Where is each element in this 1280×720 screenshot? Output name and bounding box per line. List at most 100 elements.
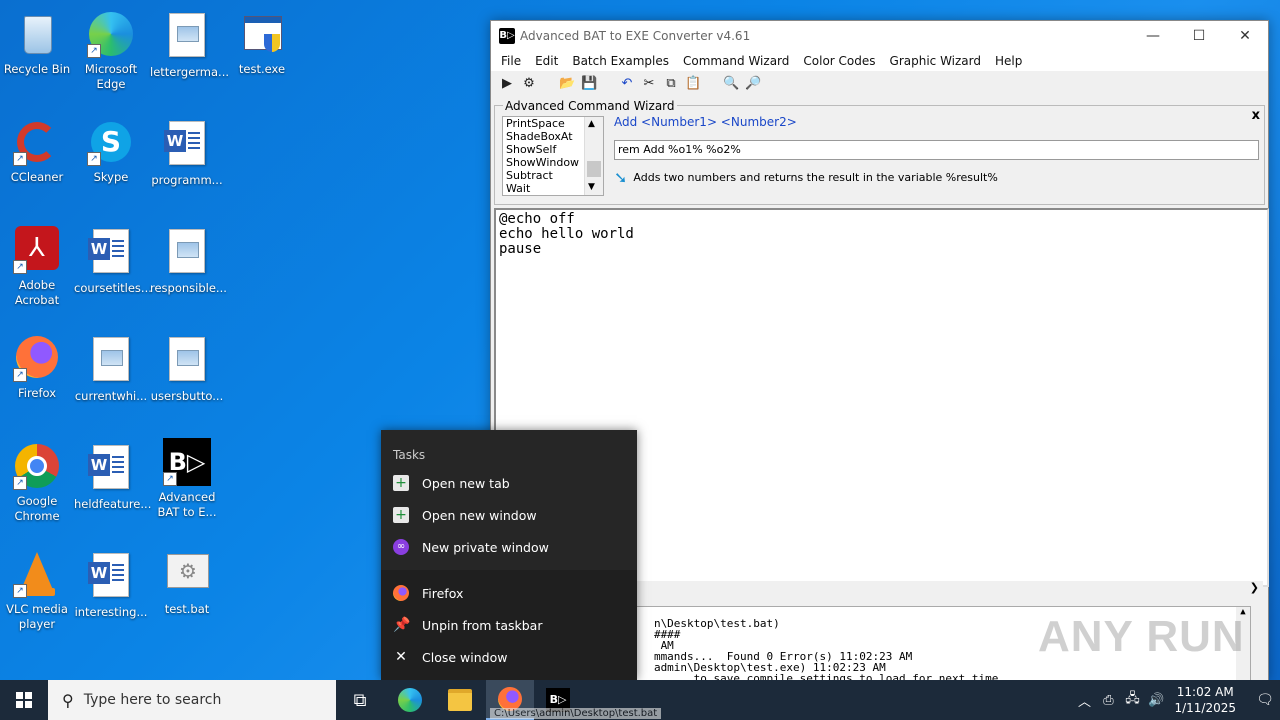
task-label: Open new tab xyxy=(422,475,510,491)
editor-line: pause xyxy=(499,241,542,257)
edge-icon: ↗ xyxy=(87,10,135,58)
desktop-icon-currentwhi[interactable]: currentwhi... xyxy=(74,334,148,404)
bat-to-exe-icon: B▷ ↗ xyxy=(163,438,211,486)
acrobat-icon: ⅄ ↗ xyxy=(13,226,61,274)
new-private-window[interactable]: ∞ New private window xyxy=(393,536,549,558)
run-icon[interactable]: ▶ xyxy=(499,76,515,92)
firefox-icon xyxy=(393,585,409,601)
copy-icon[interactable]: ⧉ xyxy=(663,76,679,92)
task-view-button[interactable]: ⧉ xyxy=(336,680,384,720)
windows-logo-icon xyxy=(16,692,32,708)
vlc-icon: ↗ xyxy=(13,550,61,598)
icon-label: interesting... xyxy=(74,605,148,619)
paste-icon[interactable]: 📋 xyxy=(685,76,701,92)
menu-batch-examples[interactable]: Batch Examples xyxy=(565,54,676,68)
wizard-close-button[interactable]: x xyxy=(1252,108,1260,123)
zoom-in-icon[interactable]: 🔍 xyxy=(723,76,739,92)
firefox-jump-list: Tasks + Open new tab + Open new window ∞… xyxy=(381,430,637,680)
show-hidden-icons-icon[interactable]: ︿ xyxy=(1072,691,1096,710)
ccleaner-icon: ↗ xyxy=(13,118,61,166)
title-bar[interactable]: B▷ Advanced BAT to EXE Converter v4.61 —… xyxy=(491,21,1268,51)
desktop-icon-interesting[interactable]: W interesting... xyxy=(74,550,148,620)
insert-arrow-icon[interactable]: ➘ xyxy=(614,168,627,187)
zoom-out-icon[interactable]: 🔎 xyxy=(745,76,761,92)
desktop-icon-recycle-bin[interactable]: Recycle Bin xyxy=(0,10,74,77)
desktop-icon-vlc[interactable]: ↗ VLC media player xyxy=(0,550,74,632)
desktop-icon-google-chrome[interactable]: ↗ Google Chrome xyxy=(0,442,74,524)
desktop-icon-adobe-acrobat[interactable]: ⅄ ↗ Adobe Acrobat xyxy=(0,226,74,308)
icon-label: Recycle Bin xyxy=(3,62,71,76)
desktop-icon-lettergerma[interactable]: lettergerma... xyxy=(150,10,229,80)
save-icon[interactable]: 💾 xyxy=(581,76,597,92)
word-document-icon: W xyxy=(88,553,129,597)
menu-edit[interactable]: Edit xyxy=(528,54,565,68)
icon-label: Firefox xyxy=(17,386,57,400)
command-list[interactable]: PrintSpace ShadeBoxAt ShowSelf ShowWindo… xyxy=(502,116,604,196)
desktop-icon-ccleaner[interactable]: ↗ CCleaner xyxy=(0,118,74,185)
desktop-icon-firefox[interactable]: ↗ Firefox xyxy=(0,334,74,401)
desktop-icon-usersbutto[interactable]: usersbutto... xyxy=(150,334,224,404)
close-icon: ✕ xyxy=(395,649,407,665)
menu-color-codes[interactable]: Color Codes xyxy=(796,54,882,68)
taskbar-tooltip: C:\Users\admin\Desktop\test.bat xyxy=(490,708,662,719)
menu-file[interactable]: File xyxy=(494,54,528,68)
task-label: New private window xyxy=(422,539,549,555)
close-button[interactable]: ✕ xyxy=(1222,21,1268,51)
wizard-info: ➘ Adds two numbers and returns the resul… xyxy=(614,168,998,187)
icon-label: coursetitles... xyxy=(74,281,152,295)
scroll-up-icon[interactable]: ▲ xyxy=(588,118,595,131)
editor-line: echo hello world xyxy=(499,226,634,242)
unpin-from-taskbar[interactable]: 📌 Unpin from taskbar xyxy=(393,614,542,636)
desktop-icon-advanced-bat[interactable]: B▷ ↗ Advanced BAT to E... xyxy=(150,438,224,520)
menu-command-wizard[interactable]: Command Wizard xyxy=(676,54,796,68)
shortcut-arrow-icon: ↗ xyxy=(13,260,27,274)
desktop-icon-edge[interactable]: ↗ Microsoft Edge xyxy=(74,10,148,92)
icon-label: CCleaner xyxy=(10,170,64,184)
desktop-icon-test-exe[interactable]: test.exe xyxy=(225,10,299,77)
desktop-icon-heldfeature[interactable]: W heldfeature... xyxy=(74,442,151,512)
undo-icon[interactable]: ↶ xyxy=(619,76,635,92)
desktop-icon-coursetitles[interactable]: W coursetitles... xyxy=(74,226,152,296)
desktop-icon-skype[interactable]: S ↗ Skype xyxy=(74,118,148,185)
task-view-icon: ⧉ xyxy=(353,689,367,711)
volume-icon[interactable]: 🔊 xyxy=(1144,693,1168,708)
device-icon[interactable]: ⎙ xyxy=(1096,693,1120,708)
compile-icon[interactable]: ⚙ xyxy=(521,76,537,92)
maximize-button[interactable]: ☐ xyxy=(1176,21,1222,51)
scroll-right-icon[interactable]: ❯ xyxy=(1250,581,1259,594)
open-new-window[interactable]: + Open new window xyxy=(393,504,537,526)
network-icon[interactable]: 🖧 xyxy=(1120,689,1144,711)
cut-icon[interactable]: ✂ xyxy=(641,76,657,92)
edge-icon xyxy=(398,688,422,712)
clock[interactable]: 11:02 AM 1/11/2025 xyxy=(1174,684,1236,716)
jump-firefox-app[interactable]: Firefox xyxy=(393,582,463,604)
recycle-bin-icon xyxy=(13,10,61,58)
scroll-thumb[interactable] xyxy=(587,161,601,177)
icon-label: currentwhi... xyxy=(74,389,148,403)
new-tab-icon: + xyxy=(393,475,409,491)
start-button[interactable] xyxy=(0,680,48,720)
system-tray: ︿ ⎙ 🖧 🔊 11:02 AM 1/11/2025 🗨 xyxy=(1072,680,1280,720)
desktop-icon-programm[interactable]: W programm... xyxy=(150,118,224,188)
taskbar-search[interactable]: ⚲ Type here to search xyxy=(48,680,336,720)
menu-graphic-wizard[interactable]: Graphic Wizard xyxy=(883,54,988,68)
word-document-icon: W xyxy=(88,229,129,273)
notification-icon[interactable]: 🗨 xyxy=(1250,692,1280,708)
desktop-icon-responsible[interactable]: responsible... xyxy=(150,226,227,296)
open-new-tab[interactable]: + Open new tab xyxy=(393,472,510,494)
taskbar-edge[interactable] xyxy=(386,680,434,720)
skype-icon: S ↗ xyxy=(87,118,135,166)
close-window[interactable]: ✕ Close window xyxy=(393,646,507,668)
minimize-button[interactable]: — xyxy=(1130,21,1176,51)
image-file-icon xyxy=(169,13,205,57)
menu-help[interactable]: Help xyxy=(988,54,1029,68)
taskbar-file-explorer[interactable] xyxy=(436,680,484,720)
scroll-down-icon[interactable]: ▼ xyxy=(588,181,595,194)
open-folder-icon[interactable]: 📂 xyxy=(559,76,575,92)
wizard-command-input[interactable]: rem Add %o1% %o2% xyxy=(614,140,1259,160)
list-scrollbar[interactable]: ▲ ▼ xyxy=(584,117,603,195)
desktop-icon-test-bat[interactable]: ⚙ test.bat xyxy=(150,550,224,617)
new-window-icon: + xyxy=(393,507,409,523)
image-file-icon xyxy=(93,337,129,381)
window-title: Advanced BAT to EXE Converter v4.61 xyxy=(520,29,751,43)
